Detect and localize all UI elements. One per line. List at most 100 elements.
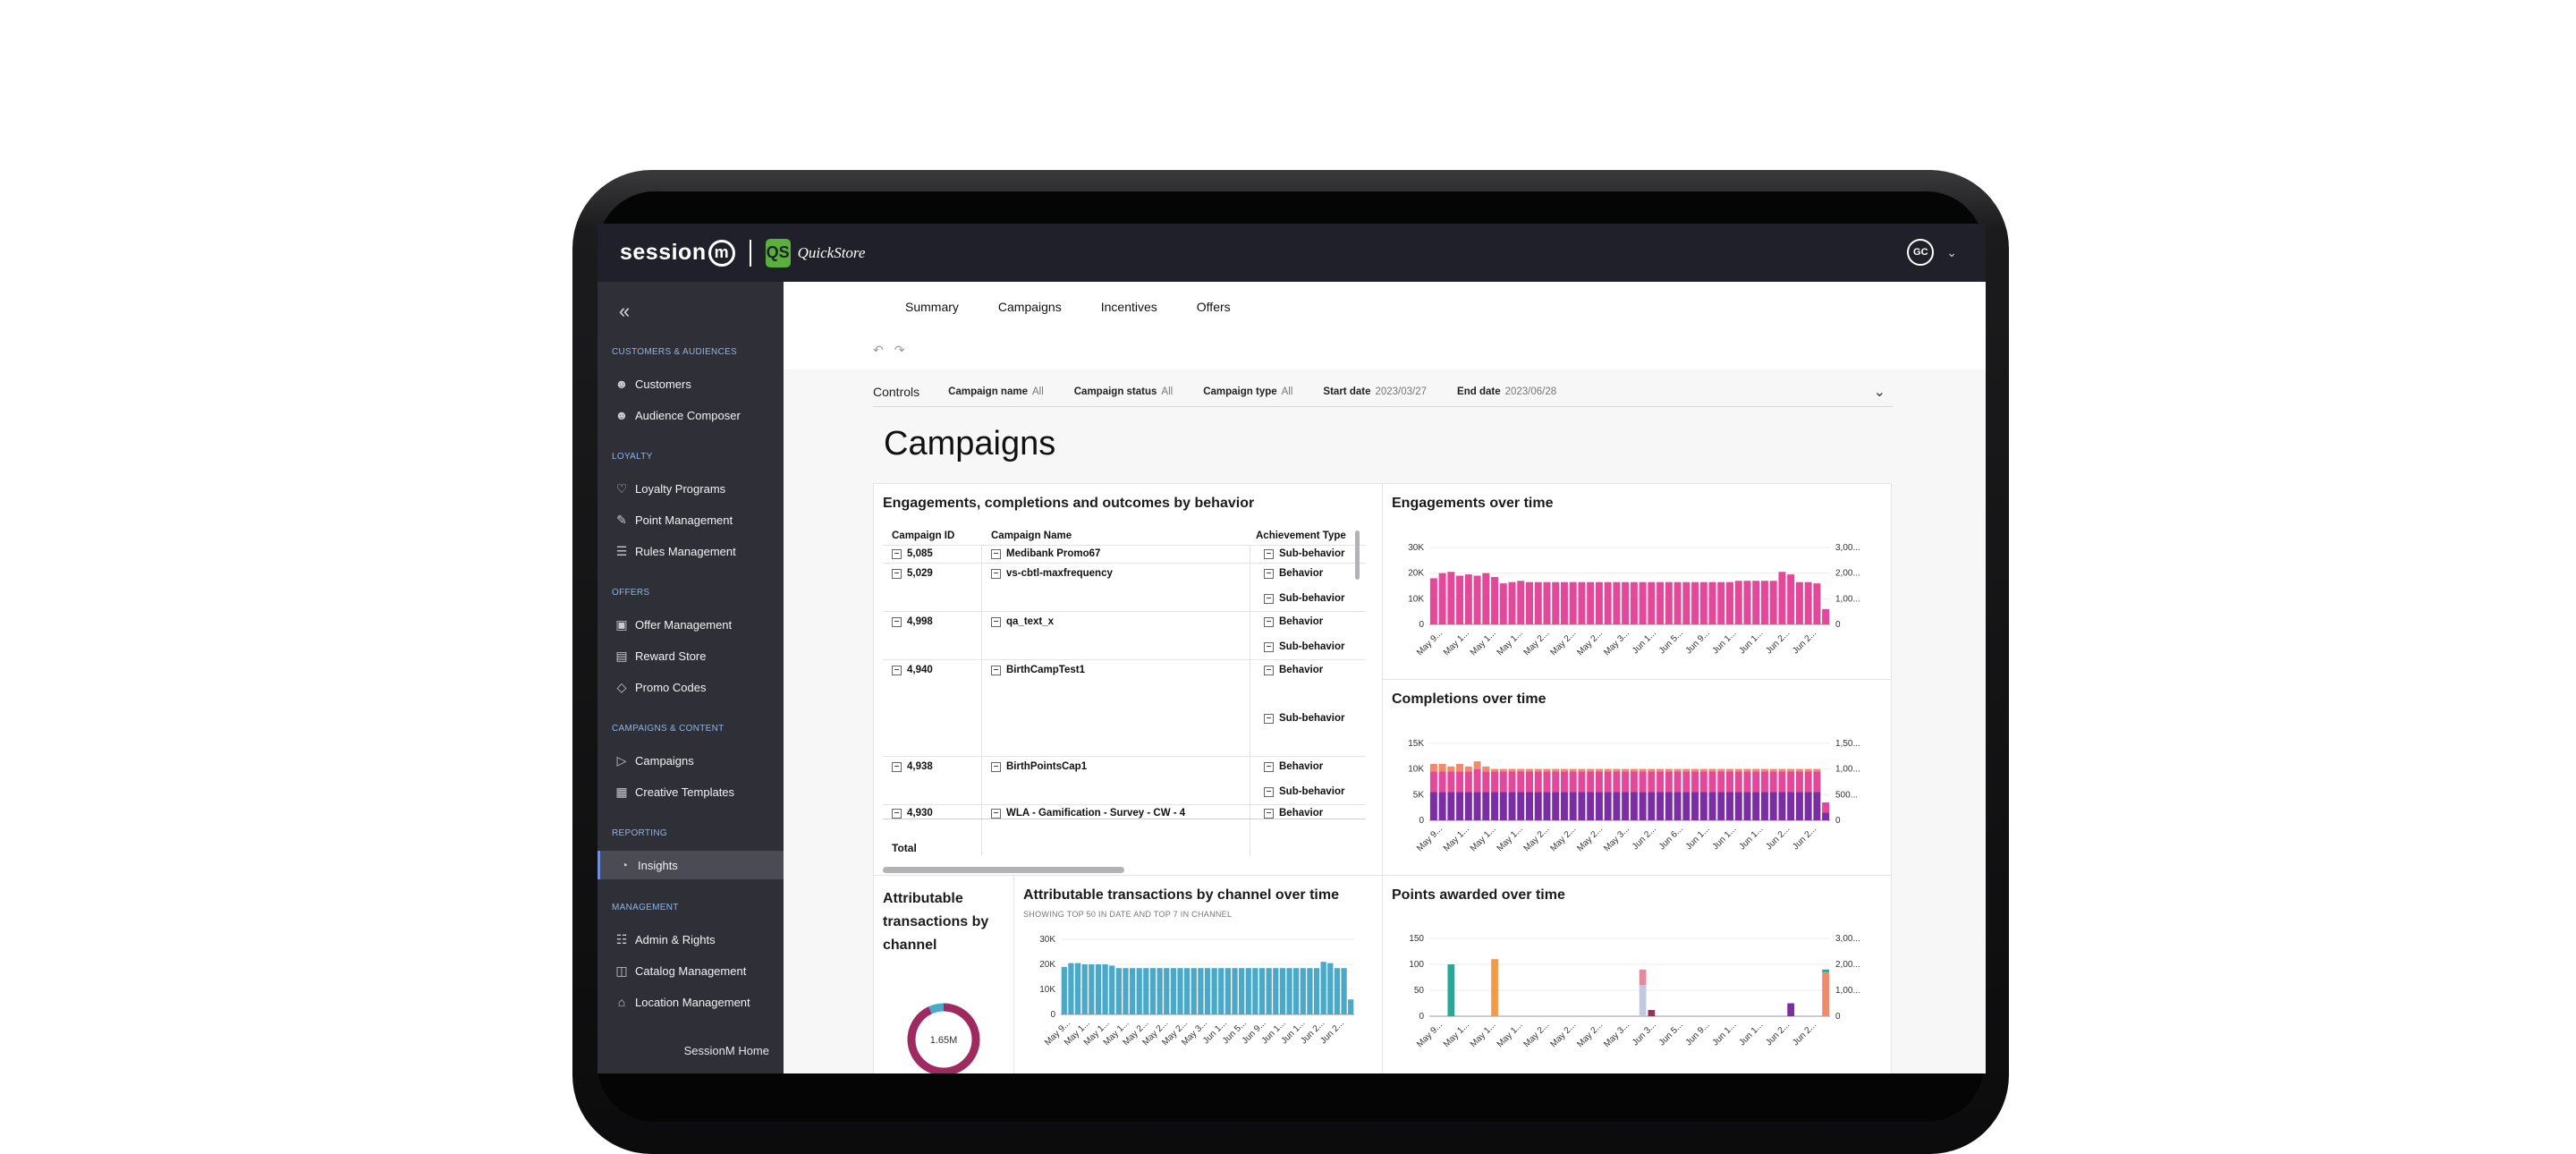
table-cell-id[interactable]: –4,998	[892, 616, 933, 627]
collapse-icon[interactable]: –	[991, 616, 1001, 627]
filter-label: Start date	[1323, 386, 1371, 397]
collapse-icon[interactable]: –	[1264, 616, 1274, 627]
bar	[1569, 768, 1577, 772]
x-tick-label: Jun 1...	[1631, 628, 1658, 656]
table-cell-name[interactable]: – BirthCampTest1	[991, 665, 1085, 675]
x-tick-label: May 9...	[1415, 628, 1445, 658]
table-cell-type[interactable]: – Sub-behavior	[1264, 593, 1344, 604]
x-tick-label: May 1...	[1442, 1020, 1471, 1049]
bar	[1560, 581, 1568, 624]
bar	[1526, 768, 1533, 772]
collapse-icon[interactable]: –	[1264, 808, 1274, 819]
sidebar-item-catalog-management[interactable]: ◫ Catalog Management	[597, 956, 784, 985]
sidebar-item-creative-templates[interactable]: ▦ Creative Templates	[597, 777, 784, 806]
sidebar-item-reward-store[interactable]: ▤ Reward Store	[597, 641, 784, 670]
redo-icon[interactable]: ↷	[894, 343, 916, 357]
table-cell-id[interactable]: –4,930	[892, 808, 933, 819]
sidebar-item-promo-codes[interactable]: ◇ Promo Codes	[597, 673, 784, 701]
table-cell-id[interactable]: –5,085	[892, 548, 933, 559]
filter-campaign-name[interactable]: Campaign name All	[948, 386, 1044, 397]
sidebar-item-offer-management[interactable]: ▣ Offer Management	[597, 610, 784, 639]
avatar[interactable]: GC	[1907, 239, 1935, 266]
table-cell-id[interactable]: –5,029	[892, 568, 933, 579]
table-cell-name[interactable]: – WLA - Gamification - Survey - CW - 4	[991, 808, 1185, 819]
collapse-icon[interactable]: –	[991, 808, 1001, 819]
table-cell-name[interactable]: – BirthPointsCap1	[991, 761, 1087, 772]
collapse-icon[interactable]: –	[892, 568, 902, 579]
table-cell-name[interactable]: – qa_text_x	[991, 616, 1054, 627]
table-cell-type[interactable]: – Behavior	[1264, 761, 1323, 772]
sidebar-item-rules-management[interactable]: ☰ Rules Management	[597, 537, 784, 565]
chevron-down-icon[interactable]: ⌄	[1874, 383, 1885, 401]
x-tick-label: Jun 1...	[1684, 824, 1712, 852]
table-cell-type[interactable]: – Behavior	[1264, 665, 1323, 675]
collapse-icon[interactable]: –	[1264, 641, 1274, 652]
table-cell-id[interactable]: –4,938	[892, 761, 933, 772]
bar	[1149, 968, 1157, 1014]
collapse-icon[interactable]: –	[991, 548, 1001, 559]
controls-bar[interactable]: Controls Campaign name All Campaign statu…	[873, 378, 1893, 407]
tab-incentives[interactable]: Incentives	[1101, 300, 1157, 314]
collapse-icon[interactable]: –	[892, 616, 902, 627]
horizontal-scrollbar[interactable]	[883, 867, 1124, 873]
vertical-scrollbar[interactable]	[1355, 530, 1360, 580]
sidebar-item-insights[interactable]: ◔ Insights	[597, 851, 784, 879]
tab-summary[interactable]: Summary	[905, 300, 959, 314]
filter-campaign-status[interactable]: Campaign status All	[1074, 386, 1173, 397]
collapse-icon[interactable]: –	[991, 568, 1001, 579]
sidebar-item-loyalty-programs[interactable]: ♡ Loyalty Programs	[597, 474, 784, 503]
collapse-icon[interactable]: –	[892, 665, 902, 675]
table-cell-type[interactable]: – Behavior	[1264, 616, 1323, 627]
table-cell-name[interactable]: – vs-cbtl-maxfrequency	[991, 568, 1113, 579]
table-cell-name[interactable]: – Medibank Promo67	[991, 548, 1100, 559]
table-cell-type[interactable]: – Sub-behavior	[1264, 713, 1344, 724]
filter-end-date[interactable]: End date 2023/06/28	[1457, 386, 1556, 397]
collapse-icon[interactable]: –	[1264, 786, 1274, 797]
sidebar-item-admin-rights[interactable]: ☷ Admin & Rights	[597, 925, 784, 954]
collapse-icon[interactable]: –	[892, 808, 902, 819]
collapse-icon[interactable]: –	[1264, 761, 1274, 772]
undo-icon[interactable]: ↶	[873, 343, 894, 357]
bar	[1534, 771, 1542, 793]
filter-campaign-type[interactable]: Campaign type All	[1203, 386, 1292, 397]
collapse-icon[interactable]: –	[1264, 713, 1274, 724]
collapse-icon[interactable]: –	[991, 761, 1001, 772]
table-cell-type[interactable]: – Sub-behavior	[1264, 641, 1344, 652]
column-header[interactable]: Campaign ID	[892, 530, 954, 541]
chevron-down-icon[interactable]: ⌄	[1946, 245, 1957, 260]
campaign-name: Medibank Promo67	[1006, 548, 1101, 559]
sidebar-item-campaigns[interactable]: ▷ Campaigns	[597, 746, 784, 775]
collapse-icon[interactable]: –	[991, 665, 1001, 675]
table-cell-type[interactable]: – Behavior	[1264, 568, 1323, 579]
bar	[1508, 771, 1516, 793]
collapse-sidebar-icon[interactable]: «	[619, 300, 630, 323]
bar	[1534, 581, 1542, 624]
collapse-icon[interactable]: –	[892, 761, 902, 772]
bar	[1429, 771, 1437, 793]
sidebar-item-audience-composer[interactable]: ☻ Audience Composer	[597, 401, 784, 429]
bar	[1543, 581, 1551, 624]
bar	[1587, 792, 1595, 820]
tab-campaigns[interactable]: Campaigns	[998, 300, 1062, 314]
collapse-icon[interactable]: –	[892, 548, 902, 559]
sidebar-item-customers[interactable]: ☻ Customers	[597, 369, 784, 398]
bar	[1760, 792, 1768, 820]
column-header[interactable]: Campaign Name	[991, 530, 1072, 541]
collapse-icon[interactable]: –	[1264, 568, 1274, 579]
filter-start-date[interactable]: Start date 2023/03/27	[1323, 386, 1427, 397]
collapse-icon[interactable]: –	[1264, 665, 1274, 675]
bar	[1708, 792, 1716, 820]
brand-logo[interactable]: session m QS QuickStore	[620, 238, 865, 267]
table-cell-type[interactable]: – Sub-behavior	[1264, 548, 1344, 559]
sessionm-home-link[interactable]: SessionM Home	[684, 1044, 769, 1057]
sidebar-item-point-management[interactable]: ✎ Point Management	[597, 505, 784, 534]
table-cell-type[interactable]: – Sub-behavior	[1264, 786, 1344, 797]
tab-offers[interactable]: Offers	[1197, 300, 1231, 314]
collapse-icon[interactable]: –	[1264, 593, 1274, 604]
collapse-icon[interactable]: –	[1264, 548, 1274, 559]
sidebar-item-location-management[interactable]: ⌂ Location Management	[597, 988, 784, 1016]
table-cell-id[interactable]: –4,940	[892, 665, 933, 675]
user-menu[interactable]: GC ⌄	[1907, 239, 1957, 266]
table-cell-type[interactable]: – Behavior	[1264, 808, 1323, 819]
column-header[interactable]: Achievement Type	[1256, 530, 1346, 541]
